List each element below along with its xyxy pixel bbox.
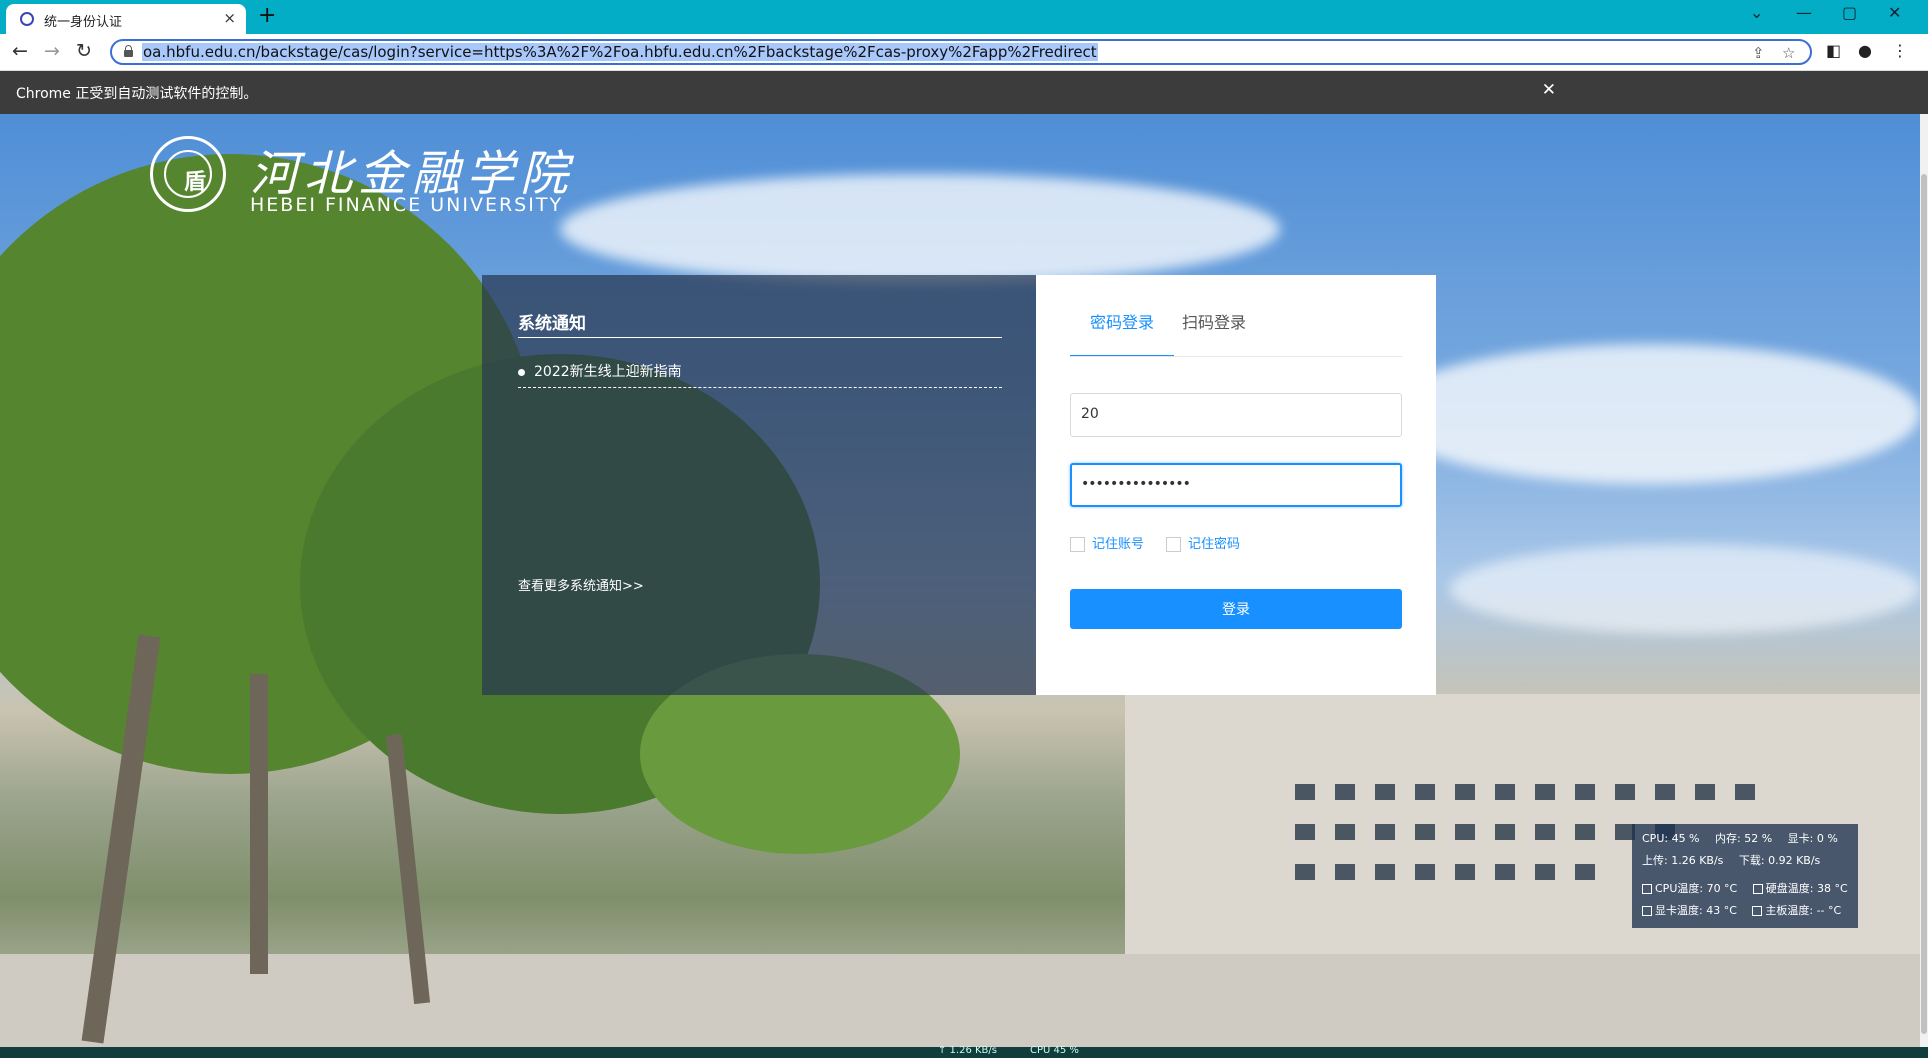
cloud-shape <box>1380 344 1920 484</box>
back-button[interactable]: ← <box>12 41 28 61</box>
reload-button[interactable]: ↻ <box>76 41 92 61</box>
checkbox-icon[interactable] <box>1070 537 1085 552</box>
system-notice-panel: 系统通知 2022新生线上迎新指南 查看更多系统通知>> <box>482 275 1036 695</box>
login-button[interactable]: 登录 <box>1070 589 1402 629</box>
minimize-button[interactable]: — <box>1796 3 1812 22</box>
download-speed: 下载: 0.92 KB/s <box>1738 854 1821 867</box>
tab-title: 统一身份认证 <box>44 15 123 30</box>
upload-speed: 上传: 1.26 KB/s <box>1642 854 1724 867</box>
gpu-usage: 显卡: 0 % <box>1787 832 1838 845</box>
login-card: 密码登录 扫码登录 20 ••••••••••••••• 记住账号 记住密码 登… <box>1036 275 1436 695</box>
gpu-icon <box>1642 906 1652 916</box>
automation-message: Chrome 正受到自动测试软件的控制。 <box>16 86 258 102</box>
login-page: 盾 河北金融学院 HEBEI FINANCE UNIVERSITY 系统通知 2… <box>0 114 1920 1047</box>
remember-account-label[interactable]: 记住账号 <box>1092 537 1144 552</box>
tree-trunk <box>250 674 268 974</box>
share-icon[interactable]: ⇪ <box>1752 44 1765 62</box>
tab-search-icon[interactable]: ⌄ <box>1750 3 1763 22</box>
browser-tab[interactable]: 统一身份认证 × <box>6 4 246 34</box>
profile-icon[interactable]: ● <box>1858 41 1872 60</box>
remember-password-label[interactable]: 记住密码 <box>1188 537 1240 552</box>
cpu-chip-icon <box>1642 884 1652 894</box>
university-name-en: HEBEI FINANCE UNIVERSITY <box>250 194 564 216</box>
plaza-ground <box>0 954 1920 1047</box>
bookmark-star-icon[interactable]: ☆ <box>1782 44 1795 62</box>
browser-toolbar: ← → ↻ oa.hbfu.edu.cn/backstage/cas/login… <box>0 34 1928 71</box>
scrollbar-thumb[interactable] <box>1921 174 1927 1034</box>
os-taskbar: ↑ 1.26 KB/s CPU 45 % <box>0 1045 1928 1058</box>
bullet-icon <box>518 368 525 376</box>
cloud-shape <box>1450 544 1920 634</box>
browser-tab-strip: 统一身份认证 × + ⌄ — ▢ ✕ <box>0 0 1928 34</box>
motherboard-icon <box>1752 906 1763 916</box>
cpu-temperature: CPU温度: 70 °C <box>1655 882 1738 895</box>
notice-item-text[interactable]: 2022新生线上迎新指南 <box>534 364 682 380</box>
tab-password-login[interactable]: 密码登录 <box>1070 309 1174 357</box>
username-input[interactable]: 20 <box>1070 393 1402 437</box>
new-tab-button[interactable]: + <box>258 4 276 28</box>
url-text[interactable]: oa.hbfu.edu.cn/backstage/cas/login?servi… <box>142 43 1098 61</box>
notice-title: 系统通知 <box>518 309 1002 338</box>
remember-password-checkbox[interactable]: 记住密码 <box>1166 533 1240 552</box>
lock-icon[interactable] <box>124 45 133 57</box>
forward-button[interactable]: → <box>44 41 60 61</box>
taskbar-cpu: CPU 45 % <box>1030 1045 1079 1056</box>
notice-item[interactable]: 2022新生线上迎新指南 <box>518 361 1002 388</box>
disk-icon <box>1752 884 1763 894</box>
memory-usage: 内存: 52 % <box>1715 832 1773 845</box>
motherboard-temperature: 主板温度: -- °C <box>1765 904 1842 917</box>
gpu-temperature: 显卡温度: 43 °C <box>1655 904 1737 917</box>
disk-temperature: 硬盘温度: 38 °C <box>1765 882 1848 895</box>
maximize-button[interactable]: ▢ <box>1842 3 1857 22</box>
automation-infobar: Chrome 正受到自动测试软件的控制。 ✕ <box>0 71 1928 114</box>
side-panel-icon[interactable]: ◧ <box>1826 41 1841 60</box>
cloud-shape <box>560 174 1280 284</box>
tab-divider <box>1070 356 1402 357</box>
tab-qrcode-login[interactable]: 扫码登录 <box>1182 309 1246 357</box>
page-scrollbar[interactable] <box>1920 114 1928 1047</box>
remember-account-checkbox[interactable]: 记住账号 <box>1070 533 1144 552</box>
system-monitor-overlay: CPU: 45 % 内存: 52 % 显卡: 0 % 上传: 1.26 KB/s… <box>1632 824 1858 928</box>
cpu-usage: CPU: 45 % <box>1642 832 1700 845</box>
address-bar[interactable]: oa.hbfu.edu.cn/backstage/cas/login?servi… <box>110 39 1812 65</box>
university-seal-icon: 盾 <box>150 136 226 212</box>
menu-kebab-icon[interactable]: ⋮ <box>1892 41 1908 60</box>
tab-favicon-icon <box>20 12 34 26</box>
infobar-close-icon[interactable]: ✕ <box>1542 80 1556 100</box>
checkbox-icon[interactable] <box>1166 537 1181 552</box>
taskbar-upload: ↑ 1.26 KB/s <box>938 1045 997 1056</box>
close-window-button[interactable]: ✕ <box>1888 3 1901 22</box>
more-notices-link[interactable]: 查看更多系统通知>> <box>518 575 644 594</box>
password-input[interactable]: ••••••••••••••• <box>1070 463 1402 507</box>
tab-close-icon[interactable]: × <box>223 9 236 27</box>
